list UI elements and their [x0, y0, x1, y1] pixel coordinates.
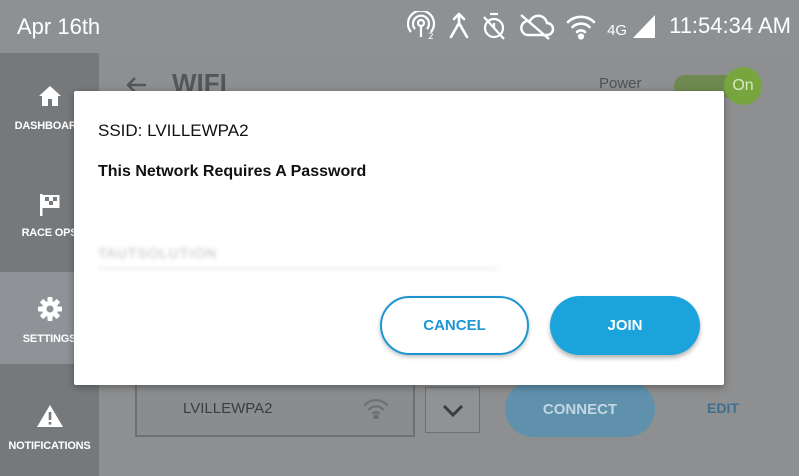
warning-icon — [36, 403, 64, 429]
chevron-down-icon — [442, 404, 464, 418]
merge-arrow-icon — [447, 11, 471, 41]
status-clock: 11:54:34 AM — [669, 13, 791, 38]
home-icon — [36, 83, 64, 109]
toggle-knob: On — [724, 67, 762, 105]
network-select-box[interactable]: LVILLEWPA2 — [135, 381, 415, 437]
race-flag-icon — [36, 192, 64, 218]
password-dialog: SSID: LVILLEWPA2 This Network Requires A… — [74, 91, 724, 385]
status-date: Apr 16th — [17, 14, 101, 39]
connect-button[interactable]: CONNECT — [505, 381, 655, 437]
sidebar-item-notifications[interactable]: NOTIFICATIONS — [0, 383, 99, 475]
signal-icon — [631, 12, 657, 40]
network-name: LVILLEWPA2 — [183, 400, 273, 417]
sidebar-item-label: NOTIFICATIONS — [8, 440, 91, 452]
cloud-off-icon — [517, 11, 555, 41]
timer-off-icon — [481, 11, 507, 41]
cancel-button[interactable]: CANCEL — [380, 296, 529, 355]
network-dropdown-button[interactable] — [425, 387, 480, 433]
join-button[interactable]: JOIN — [550, 296, 700, 355]
wifi-signal-icon — [363, 397, 389, 420]
hotspot-icon: 2 — [407, 11, 437, 41]
dialog-message: This Network Requires A Password — [98, 163, 367, 180]
network-type: 4G — [607, 21, 628, 39]
wifi-icon — [565, 11, 597, 41]
svg-text:2: 2 — [428, 32, 434, 41]
status-bar: Apr 16th 2 4G 11:54:34 AM — [0, 0, 799, 53]
status-icons: 2 4G 11:54:34 AM — [407, 10, 791, 42]
gear-icon — [36, 296, 64, 322]
dialog-ssid: SSID: LVILLEWPA2 — [98, 121, 249, 140]
password-input[interactable] — [98, 231, 498, 269]
edit-link[interactable]: EDIT — [707, 400, 739, 416]
power-label: Power — [599, 75, 642, 92]
